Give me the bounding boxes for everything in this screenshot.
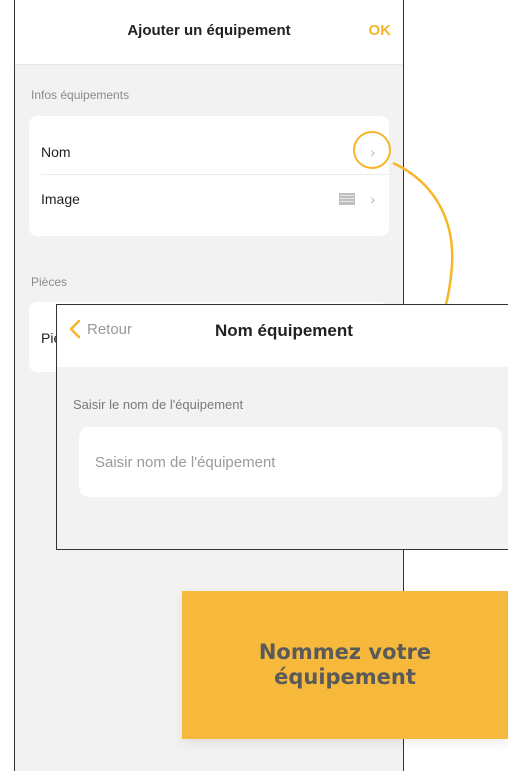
- caption-box: Nommez votre équipement: [182, 591, 508, 739]
- device-name-screen: Retour Nom équipement Saisir le nom de l…: [56, 304, 508, 550]
- caption-text: Nommez votre équipement: [235, 640, 455, 690]
- page-title: Ajouter un équipement: [127, 22, 291, 39]
- name-row[interactable]: Nom ›: [41, 128, 377, 176]
- highlight-circle: [353, 131, 391, 169]
- name-row-label: Nom: [41, 144, 71, 160]
- ok-button[interactable]: OK: [369, 22, 392, 39]
- header: Retour Nom équipement: [57, 305, 508, 367]
- image-row-label: Image: [41, 191, 80, 207]
- back-button[interactable]: Retour: [69, 319, 132, 339]
- info-card: Nom › Image ›: [29, 116, 389, 236]
- image-thumbnail-icon: [339, 193, 355, 205]
- section-label-rooms: Pièces: [31, 275, 68, 289]
- chevron-left-icon: [69, 319, 81, 339]
- image-row[interactable]: Image ›: [41, 175, 377, 223]
- back-label: Retour: [87, 320, 133, 338]
- field-label: Saisir le nom de l'équipement: [73, 397, 244, 412]
- chevron-right-icon: ›: [370, 191, 375, 207]
- header: Ajouter un équipement OK: [15, 0, 403, 65]
- device-name-input[interactable]: [79, 427, 502, 497]
- caption-line-1: Nommez votre: [258, 639, 432, 664]
- caption-line-2: équipement: [274, 665, 416, 689]
- section-label-info: Infos équipements: [31, 88, 130, 102]
- page-title: Nom équipement: [215, 321, 353, 340]
